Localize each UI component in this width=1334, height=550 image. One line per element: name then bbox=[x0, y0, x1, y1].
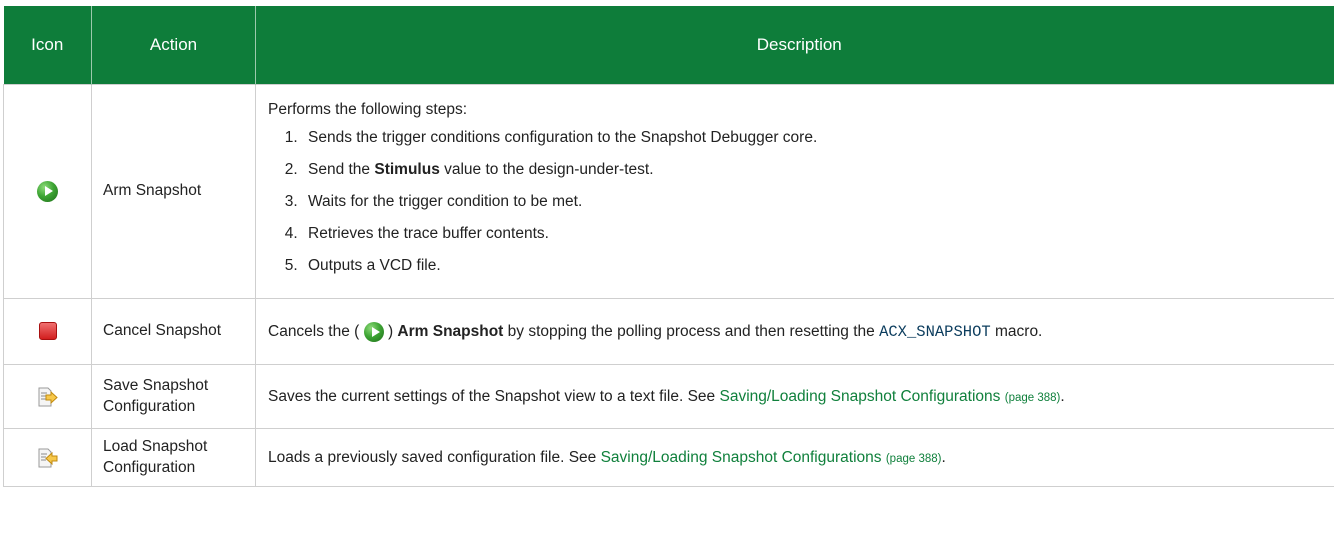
save-config-icon[interactable] bbox=[37, 387, 59, 407]
list-item: Sends the trigger conditions configurati… bbox=[302, 122, 1334, 154]
description-cell: Saves the current settings of the Snapsh… bbox=[255, 364, 1334, 429]
page-reference[interactable]: (page 388) bbox=[886, 453, 942, 465]
arm-snapshot-term: Arm Snapshot bbox=[397, 322, 504, 340]
description-cell: Loads a previously saved configuration f… bbox=[255, 428, 1334, 487]
action-cell: Load Snapshot Configuration bbox=[91, 428, 256, 487]
table-row: Cancel Snapshot Cancels the ( ) Arm Snap… bbox=[3, 298, 1334, 365]
description-cell: Performs the following steps: Sends the … bbox=[255, 84, 1334, 299]
list-item: Retrieves the trace buffer contents. bbox=[302, 218, 1334, 250]
steps-list: Sends the trigger conditions configurati… bbox=[268, 122, 1334, 282]
load-config-icon[interactable] bbox=[37, 448, 59, 468]
stop-icon[interactable] bbox=[38, 322, 57, 341]
table-header-row: Icon Action Description bbox=[3, 6, 1334, 85]
action-cell: Save Snapshot Configuration bbox=[91, 364, 256, 429]
header-icon: Icon bbox=[3, 6, 92, 85]
toolbar-icons-table: Icon Action Description Arm Snapshot Per… bbox=[3, 6, 1334, 487]
table-row: Load Snapshot Configuration Loads a previ… bbox=[3, 428, 1334, 487]
header-description: Description bbox=[255, 6, 1334, 85]
action-cell: Cancel Snapshot bbox=[91, 298, 256, 365]
list-item: Send the Stimulus value to the design-un… bbox=[302, 154, 1334, 186]
stimulus-term: Stimulus bbox=[374, 161, 440, 178]
saving-loading-link[interactable]: Saving/Loading Snapshot Configurations bbox=[601, 449, 882, 466]
action-cell: Arm Snapshot bbox=[91, 84, 256, 299]
steps-intro: Performs the following steps: bbox=[268, 101, 468, 118]
macro-name: ACX_SNAPSHOT bbox=[879, 322, 991, 341]
table-row: Save Snapshot Configuration Saves the cur… bbox=[3, 364, 1334, 429]
list-item: Outputs a VCD file. bbox=[302, 250, 1334, 282]
table-row: Arm Snapshot Performs the following step… bbox=[3, 84, 1334, 299]
arm-snapshot-icon[interactable] bbox=[37, 181, 58, 202]
saving-loading-link[interactable]: Saving/Loading Snapshot Configurations bbox=[719, 388, 1000, 405]
page-reference[interactable]: (page 388) bbox=[1005, 392, 1061, 404]
arm-snapshot-icon bbox=[363, 321, 384, 342]
list-item: Waits for the trigger condition to be me… bbox=[302, 186, 1334, 218]
header-action: Action bbox=[91, 6, 256, 85]
description-cell: Cancels the ( ) Arm Snapshot by stopping… bbox=[255, 298, 1334, 365]
